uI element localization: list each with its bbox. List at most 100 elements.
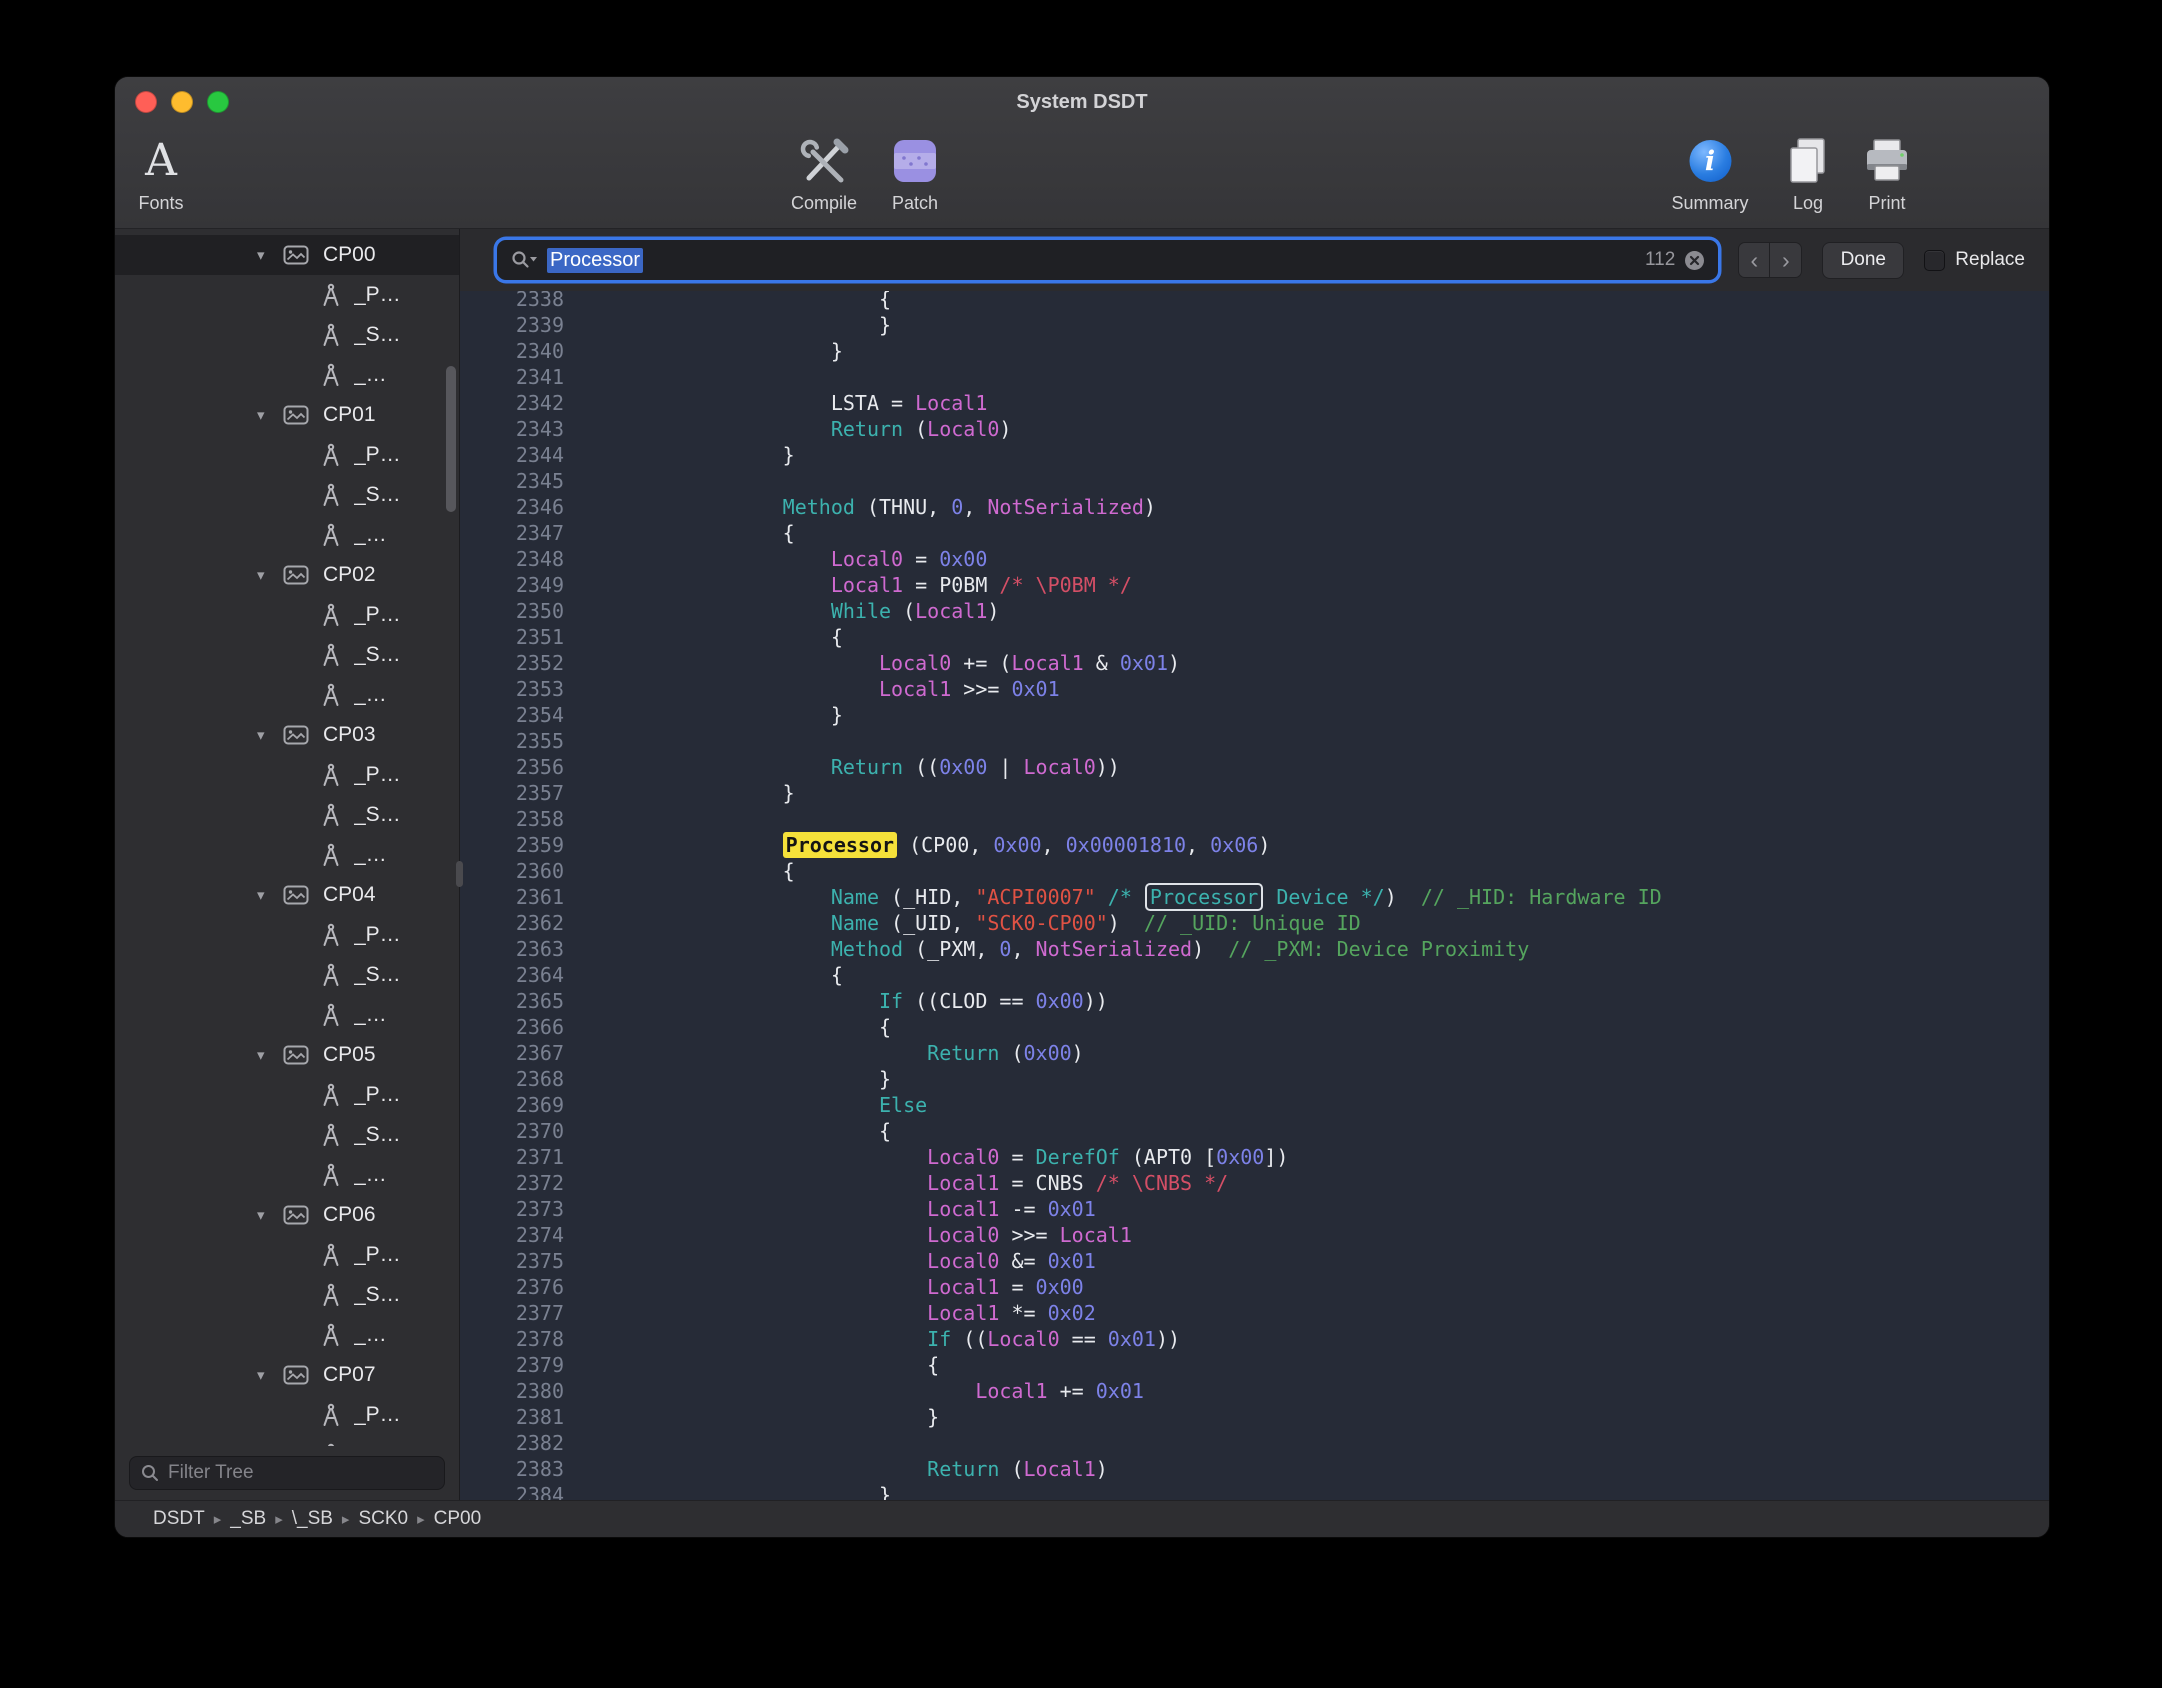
- breadcrumb-item[interactable]: _SB: [230, 1508, 266, 1530]
- tree-item-child[interactable]: _P…: [115, 435, 459, 475]
- code-line[interactable]: Local0 = DerefOf (APT0 [0x00]): [590, 1144, 2049, 1170]
- code-line[interactable]: [590, 806, 2049, 832]
- clear-search-icon[interactable]: [1683, 249, 1706, 272]
- code-line[interactable]: Name (_UID, "SCK0-CP00") // _UID: Unique…: [590, 910, 2049, 936]
- replace-checkbox[interactable]: [1924, 250, 1945, 271]
- disclosure-triangle-icon[interactable]: ▾: [257, 246, 283, 264]
- tree-item-child[interactable]: _P…: [115, 595, 459, 635]
- tree-item-child[interactable]: _S…: [115, 795, 459, 835]
- tree-item-child[interactable]: _…: [115, 1155, 459, 1195]
- tree-item-child[interactable]: _P…: [115, 1395, 459, 1435]
- toolbar-button-print[interactable]: Print: [1863, 131, 1911, 214]
- tree-item-cp07[interactable]: ▾CP07: [115, 1355, 459, 1395]
- disclosure-triangle-icon[interactable]: ▾: [257, 1046, 283, 1064]
- splitter-handle[interactable]: [456, 861, 463, 887]
- disclosure-triangle-icon[interactable]: ▾: [257, 406, 283, 424]
- toolbar-button-log[interactable]: Log: [1784, 131, 1832, 214]
- minimize-button[interactable]: [171, 91, 193, 113]
- find-previous-button[interactable]: ‹: [1739, 243, 1770, 277]
- tree-item-child[interactable]: _…: [115, 675, 459, 715]
- code-line[interactable]: [590, 728, 2049, 754]
- tree-item-child[interactable]: _…: [115, 835, 459, 875]
- code-line[interactable]: Else: [590, 1092, 2049, 1118]
- tree-item-child[interactable]: _…: [115, 1315, 459, 1355]
- code-line[interactable]: Local1 = CNBS /* \CNBS */: [590, 1170, 2049, 1196]
- code-line[interactable]: }: [590, 702, 2049, 728]
- tree-item-child[interactable]: _…: [115, 355, 459, 395]
- tree-item-child[interactable]: _…: [115, 515, 459, 555]
- tree-item-child[interactable]: _P…: [115, 1075, 459, 1115]
- code-line[interactable]: }: [590, 442, 2049, 468]
- disclosure-triangle-icon[interactable]: ▾: [257, 726, 283, 744]
- code-line[interactable]: If ((Local0 == 0x01)): [590, 1326, 2049, 1352]
- titlebar[interactable]: System DSDT: [115, 77, 2049, 127]
- code-line[interactable]: Method (THNU, 0, NotSerialized): [590, 494, 2049, 520]
- disclosure-triangle-icon[interactable]: ▾: [257, 566, 283, 584]
- code-line[interactable]: Local1 += 0x01: [590, 1378, 2049, 1404]
- tree-item-child[interactable]: _S…: [115, 635, 459, 675]
- disclosure-triangle-icon[interactable]: ▾: [257, 1206, 283, 1224]
- code-line[interactable]: {: [590, 624, 2049, 650]
- code-line[interactable]: Local0 = 0x00: [590, 546, 2049, 572]
- tree-item-child[interactable]: _P…: [115, 755, 459, 795]
- tree-item-cp00[interactable]: ▾CP00: [115, 235, 459, 275]
- tree-item-child[interactable]: _…: [115, 995, 459, 1035]
- breadcrumb-item[interactable]: CP00: [434, 1508, 482, 1530]
- code-line[interactable]: {: [590, 1352, 2049, 1378]
- tree-item-child[interactable]: _P…: [115, 1235, 459, 1275]
- code-lines[interactable]: { } } LSTA = Local1 Return (Local0) } Me…: [572, 291, 2049, 1500]
- breadcrumb-item[interactable]: DSDT: [153, 1508, 205, 1530]
- code-line[interactable]: Local1 -= 0x01: [590, 1196, 2049, 1222]
- code-editor[interactable]: 2338233923402341234223432344234523462347…: [460, 291, 2049, 1500]
- code-line[interactable]: {: [590, 520, 2049, 546]
- tree-item-child[interactable]: _P…: [115, 915, 459, 955]
- tree-item-cp04[interactable]: ▾CP04: [115, 875, 459, 915]
- code-line[interactable]: [590, 1430, 2049, 1456]
- code-line[interactable]: }: [590, 338, 2049, 364]
- tree-item-cp03[interactable]: ▾CP03: [115, 715, 459, 755]
- tree-item-cp06[interactable]: ▾CP06: [115, 1195, 459, 1235]
- code-line[interactable]: }: [590, 312, 2049, 338]
- toolbar-button-patch[interactable]: Patch: [892, 131, 938, 214]
- code-line[interactable]: LSTA = Local1: [590, 390, 2049, 416]
- tree-item-cp01[interactable]: ▾CP01: [115, 395, 459, 435]
- code-line[interactable]: Return (0x00): [590, 1040, 2049, 1066]
- code-line[interactable]: Local0 &= 0x01: [590, 1248, 2049, 1274]
- code-line[interactable]: }: [590, 780, 2049, 806]
- code-line[interactable]: {: [590, 1014, 2049, 1040]
- tree-item-child[interactable]: _S…: [115, 1435, 459, 1446]
- code-line[interactable]: Local1 >>= 0x01: [590, 676, 2049, 702]
- code-line[interactable]: {: [590, 858, 2049, 884]
- done-button[interactable]: Done: [1822, 242, 1904, 279]
- filter-tree-input[interactable]: [168, 1462, 434, 1484]
- breadcrumb-item[interactable]: \_SB: [292, 1508, 333, 1530]
- code-line[interactable]: Local0 += (Local1 & 0x01): [590, 650, 2049, 676]
- tree-item-child[interactable]: _P…: [115, 275, 459, 315]
- code-line[interactable]: While (Local1): [590, 598, 2049, 624]
- find-next-button[interactable]: ›: [1770, 243, 1801, 277]
- code-line[interactable]: Name (_HID, "ACPI0007" /* Processor Devi…: [590, 884, 2049, 910]
- code-line[interactable]: }: [590, 1404, 2049, 1430]
- code-line[interactable]: Return ((0x00 | Local0)): [590, 754, 2049, 780]
- zoom-button[interactable]: [207, 91, 229, 113]
- code-line[interactable]: {: [590, 291, 2049, 312]
- filter-tree-field[interactable]: [129, 1456, 445, 1490]
- toolbar-button-fonts[interactable]: A Fonts: [138, 131, 183, 214]
- code-line[interactable]: {: [590, 962, 2049, 988]
- disclosure-triangle-icon[interactable]: ▾: [257, 1366, 283, 1384]
- code-line[interactable]: Local1 *= 0x02: [590, 1300, 2049, 1326]
- toolbar-button-summary[interactable]: i Summary: [1671, 131, 1748, 214]
- code-line[interactable]: [590, 364, 2049, 390]
- tree-item-child[interactable]: _S…: [115, 1115, 459, 1155]
- breadcrumb-item[interactable]: SCK0: [358, 1508, 408, 1530]
- tree-item-child[interactable]: _S…: [115, 315, 459, 355]
- code-line[interactable]: Return (Local0): [590, 416, 2049, 442]
- code-line[interactable]: Return (Local1): [590, 1456, 2049, 1482]
- code-line[interactable]: [590, 468, 2049, 494]
- code-line[interactable]: Processor (CP00, 0x00, 0x00001810, 0x06): [590, 832, 2049, 858]
- tree-item-child[interactable]: _S…: [115, 1275, 459, 1315]
- close-button[interactable]: [135, 91, 157, 113]
- find-field[interactable]: Processor 112: [497, 240, 1718, 280]
- code-line[interactable]: }: [590, 1066, 2049, 1092]
- code-line[interactable]: Local0 >>= Local1: [590, 1222, 2049, 1248]
